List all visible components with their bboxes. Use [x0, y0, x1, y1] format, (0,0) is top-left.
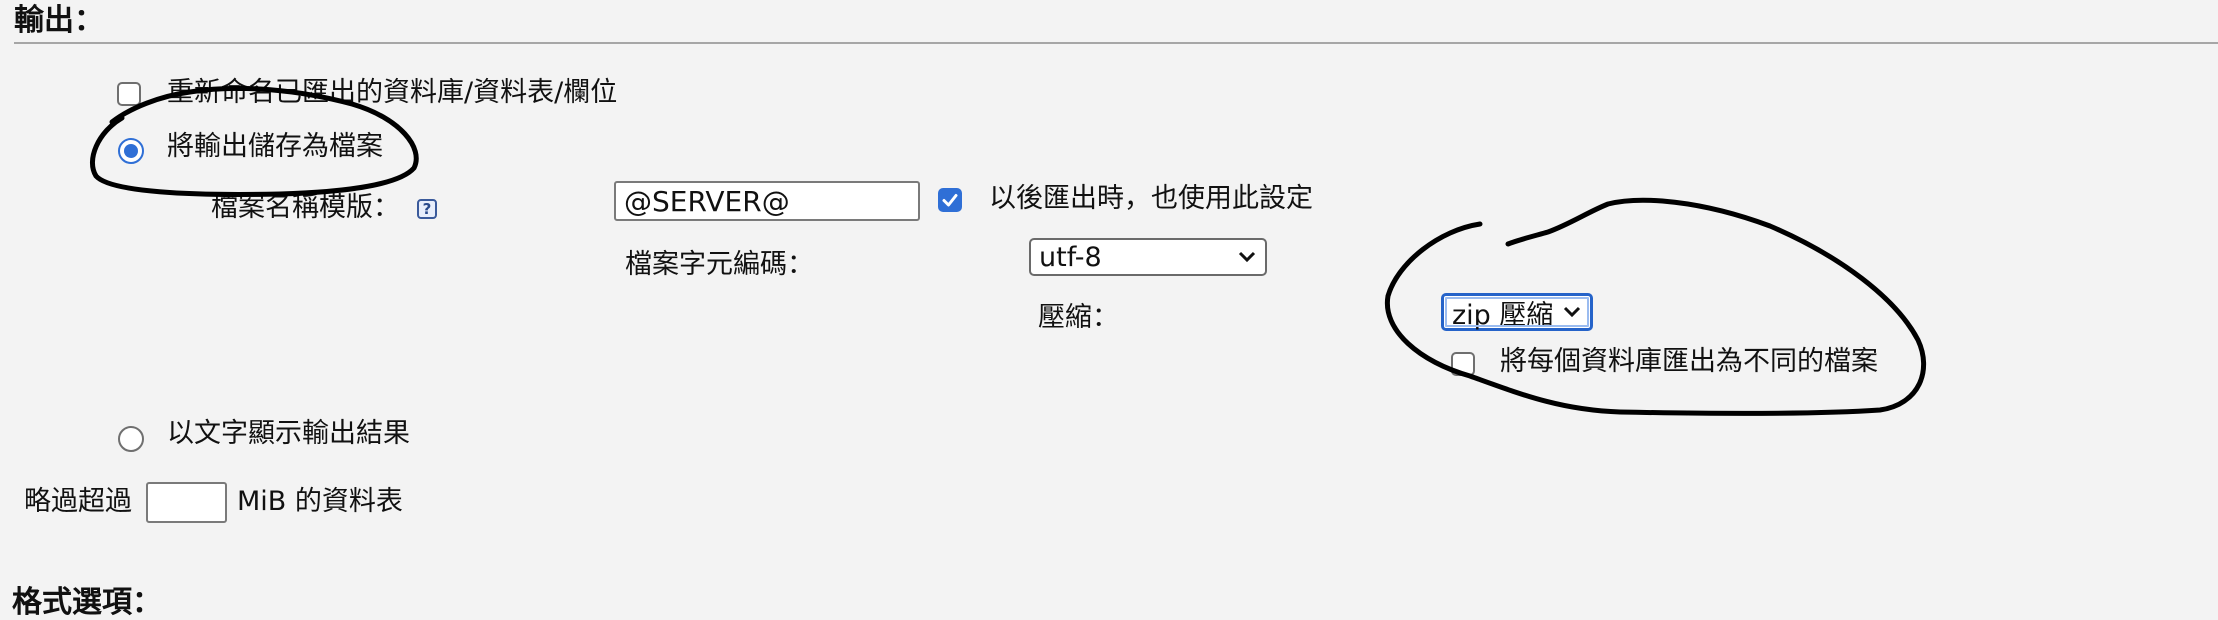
remember-template-label: 以後匯出時，也使用此設定	[989, 183, 1313, 214]
format-options-heading: 格式選項：	[12, 585, 162, 620]
rename-label: 重新命名已匯出的資料庫/資料表/欄位	[167, 77, 618, 108]
help-icon[interactable]: ?	[417, 199, 437, 219]
save-to-file-radio[interactable]	[118, 138, 144, 164]
charset-select[interactable]: utf-8	[1029, 238, 1267, 276]
compression-label: 壓縮：	[1038, 302, 1119, 333]
check-icon	[942, 194, 958, 207]
section-divider	[14, 42, 2218, 44]
save-to-file-label: 將輸出儲存為檔案	[167, 131, 383, 162]
skip-tables-prefix: 略過超過	[24, 486, 132, 517]
output-heading: 輸出：	[14, 3, 104, 38]
chevron-down-icon	[1238, 251, 1256, 263]
filename-template-input[interactable]: @SERVER@	[614, 181, 920, 221]
compression-select[interactable]: zip 壓縮	[1441, 293, 1593, 331]
separate-files-label: 將每個資料庫匯出為不同的檔案	[1500, 346, 1878, 377]
compression-value: zip 壓縮	[1452, 299, 1554, 331]
radio-dot	[124, 144, 138, 158]
charset-value: utf-8	[1039, 241, 1102, 273]
charset-label: 檔案字元編碼：	[625, 249, 814, 280]
rename-checkbox[interactable]	[117, 82, 141, 106]
filename-template-label: 檔案名稱模版：	[211, 192, 400, 223]
chevron-down-icon	[1563, 306, 1581, 318]
view-as-text-label: 以文字顯示輸出結果	[167, 418, 410, 449]
separate-files-checkbox[interactable]	[1451, 352, 1475, 376]
remember-template-checkbox[interactable]	[938, 188, 962, 212]
skip-tables-input[interactable]	[146, 482, 227, 523]
skip-tables-suffix: MiB 的資料表	[237, 486, 403, 517]
view-as-text-radio[interactable]	[118, 426, 144, 452]
